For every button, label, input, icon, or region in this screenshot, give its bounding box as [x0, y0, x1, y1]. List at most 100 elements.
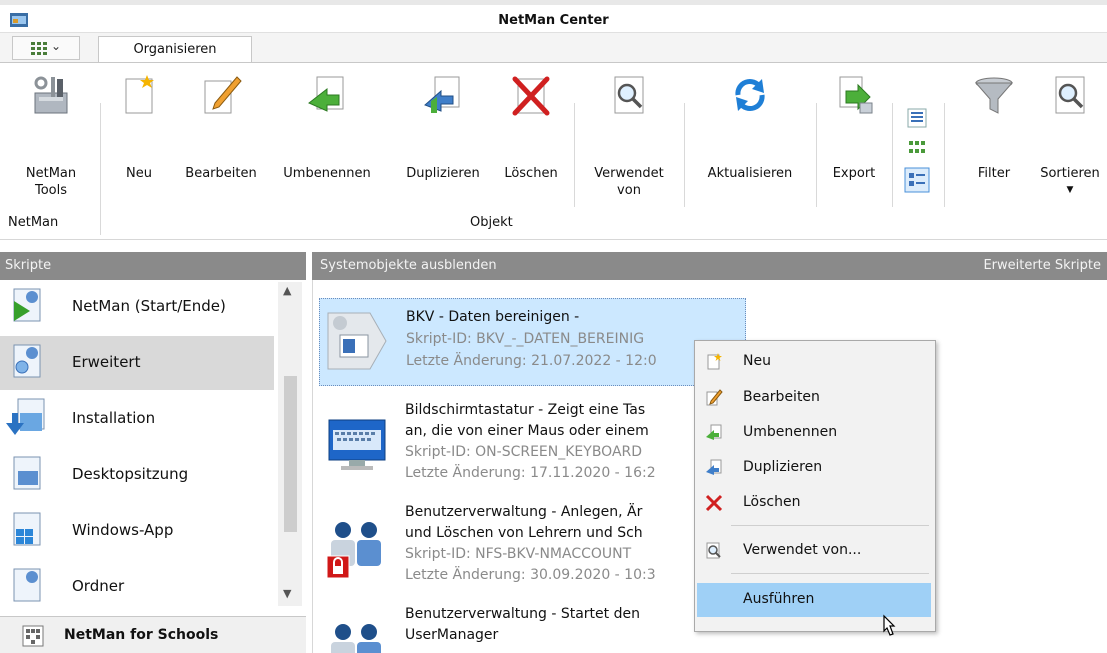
tiles-view-icon[interactable] — [906, 137, 928, 159]
category-label: Erweitert — [72, 353, 141, 371]
item-title-line2: UserManager — [405, 627, 499, 643]
category-label: Installation — [72, 409, 156, 427]
menu-item-loeschen[interactable]: Löschen — [697, 486, 931, 520]
category-netman-start-ende[interactable]: NetMan (Start/Ende) — [0, 280, 274, 334]
filter-funnel-icon — [974, 77, 1014, 114]
scroll-down-icon[interactable]: ▼ — [283, 587, 291, 600]
verwendet-von-button[interactable]: Verwendet von — [580, 63, 678, 198]
magnifier-document-icon — [614, 76, 644, 114]
loeschen-label: Löschen — [504, 166, 558, 181]
menu-item-verwendet-von[interactable]: Verwendet von... — [697, 534, 931, 568]
window-title: NetMan Center — [498, 13, 609, 28]
bearbeiten-label: Bearbeiten — [185, 166, 257, 181]
category-windows-app[interactable]: Windows-App — [0, 504, 274, 558]
on-screen-keyboard-icon — [328, 419, 386, 470]
filter-button[interactable]: Filter — [960, 63, 1028, 189]
aktualisieren-label: Aktualisieren — [707, 166, 793, 181]
menu-item-duplizieren[interactable]: Duplizieren — [697, 451, 931, 485]
item-title: Bildschirmtastatur - Zeigt eine Tas — [405, 402, 646, 418]
filter-label: Filter — [977, 166, 1011, 181]
script-category-list: NetMan (Start/Ende) Erweitert Installati… — [0, 280, 306, 610]
netman-for-schools-icon — [22, 625, 44, 647]
aktualisieren-button[interactable]: Aktualisieren — [690, 63, 810, 189]
edit-pencil-icon — [706, 389, 723, 406]
neu-button[interactable]: Neu — [112, 63, 166, 189]
user-management-lock-icon — [326, 522, 381, 579]
export-button[interactable]: Export — [822, 63, 886, 189]
category-ordner[interactable]: Ordner — [0, 560, 274, 614]
menu-separator — [731, 525, 929, 526]
item-script-id: Skript-ID: NFS-BKV-NMACCOUNT — [405, 546, 632, 562]
menu-item-neu[interactable]: Neu — [697, 345, 931, 379]
category-desktopsitzung[interactable]: Desktopsitzung — [0, 448, 274, 502]
umbenennen-button[interactable]: Umbenennen — [268, 63, 386, 189]
ribbon-separator — [816, 103, 817, 207]
export-icon — [839, 76, 873, 114]
ribbon-separator — [944, 103, 945, 207]
group-label-objekt: Objekt — [470, 215, 513, 230]
loeschen-button[interactable]: Löschen — [496, 63, 566, 189]
desktop-session-icon — [13, 456, 41, 490]
quick-access-button[interactable]: ⌄ — [12, 36, 80, 60]
netman-tools-button[interactable]: NetMan Tools — [8, 63, 94, 198]
menu-label: Umbenennen — [743, 424, 838, 440]
category-label: Desktopsitzung — [72, 465, 189, 483]
details-view-icon[interactable] — [904, 167, 930, 193]
netman-center-window: NetMan Center ⌄ Organisieren NetMan Tool… — [0, 0, 1107, 653]
menu-label: Verwendet von... — [743, 542, 862, 558]
neu-label: Neu — [126, 166, 152, 181]
scroll-up-icon[interactable]: ▲ — [283, 284, 291, 297]
item-script-id: Skript-ID: BKV_-_DATEN_BEREINIG — [406, 331, 645, 347]
ribbon-tab-strip: ⌄ Organisieren — [0, 32, 1107, 64]
erweitert-script-icon — [13, 344, 41, 378]
item-last-modified: Letzte Änderung: 17.11.2020 - 16:2 — [405, 465, 656, 481]
chevron-down-icon: ⌄ — [51, 39, 62, 53]
sort-magnifier-icon — [1055, 76, 1085, 114]
item-title: Benutzerverwaltung - Startet den — [405, 606, 640, 622]
context-menu: Neu Bearbeiten Umbenennen Duplizieren Lö… — [694, 340, 936, 632]
item-title: Benutzerverwaltung - Anlegen, Är — [405, 504, 643, 520]
list-view-icon[interactable] — [906, 107, 928, 129]
export-label: Export — [832, 166, 876, 181]
tab-organisieren[interactable]: Organisieren — [98, 36, 252, 64]
objects-panel-header: Systemobjekte ausblenden Erweiterte Skri… — [312, 252, 1107, 280]
new-document-icon — [707, 353, 722, 370]
script-tag-icon — [327, 312, 387, 370]
title-bar: NetMan Center — [0, 0, 1107, 32]
verwendet-von-label: Verwendet von — [594, 166, 664, 198]
installation-script-icon — [6, 398, 45, 435]
refresh-icon — [735, 79, 765, 111]
bearbeiten-button[interactable]: Bearbeiten — [174, 63, 268, 189]
menu-item-bearbeiten[interactable]: Bearbeiten — [697, 381, 931, 415]
category-label: Windows-App — [72, 521, 174, 539]
magnifier-document-icon — [706, 542, 721, 559]
script-item-benutzerverwaltung-anlegen[interactable]: Benutzerverwaltung - Anlegen, Är und Lös… — [319, 502, 746, 598]
script-item-benutzerverwaltung-usermanager[interactable]: Benutzerverwaltung - Startet den UserMan… — [319, 604, 746, 653]
scrollbar-thumb[interactable] — [284, 376, 297, 532]
category-installation[interactable]: Installation — [0, 392, 274, 446]
menu-item-umbenennen[interactable]: Umbenennen — [697, 416, 931, 450]
ribbon-separator — [684, 103, 685, 207]
edit-pencil-icon — [204, 76, 242, 114]
ribbon: NetMan Tools Neu Bearbeiten Umbenennen D… — [0, 62, 1107, 240]
menu-separator — [731, 573, 929, 574]
folder-script-icon — [13, 568, 41, 602]
sortieren-button[interactable]: Sortieren ▼ — [1028, 63, 1107, 195]
script-item-bildschirmtastatur[interactable]: Bildschirmtastatur - Zeigt eine Tas an, … — [319, 400, 746, 496]
category-label: Ordner — [72, 577, 125, 595]
hide-system-objects-toggle[interactable]: Systemobjekte ausblenden — [320, 252, 497, 280]
netman-for-schools-label: NetMan for Schools — [64, 627, 219, 643]
duplizieren-button[interactable]: Duplizieren — [392, 63, 494, 189]
netman-for-schools-nav[interactable]: NetMan for Schools — [0, 616, 306, 653]
ribbon-separator — [892, 103, 893, 207]
duplicate-icon — [706, 459, 722, 475]
menu-label: Ausführen — [743, 591, 815, 607]
panel-context-title: Erweiterte Skripte — [983, 258, 1101, 273]
new-document-icon — [125, 75, 154, 114]
category-label: NetMan (Start/Ende) — [72, 297, 226, 315]
script-item-bkv-daten-bereinigen[interactable]: BKV - Daten bereinigen - Skript-ID: BKV_… — [319, 298, 746, 386]
menu-label: Löschen — [743, 494, 801, 510]
category-list-scrollbar[interactable]: ▲ ▼ — [278, 282, 302, 606]
category-erweitert[interactable]: Erweitert — [0, 336, 274, 390]
umbenennen-label: Umbenennen — [283, 166, 371, 181]
